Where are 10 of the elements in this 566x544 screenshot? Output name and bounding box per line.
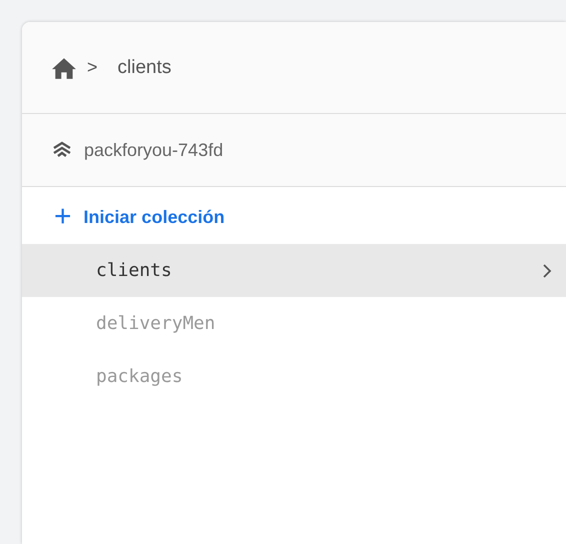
project-name: packforyou-743fd [84,140,224,160]
start-collection-button[interactable]: + Iniciar colección [50,201,229,233]
chevron-icon [542,262,552,278]
breadcrumb-item[interactable]: clients [118,56,172,78]
collection-item[interactable]: deliveryMen [22,297,566,350]
collection-item[interactable]: packages [22,350,566,403]
collection-item[interactable]: clients [22,244,566,297]
layers-icon [52,141,72,159]
breadcrumb-separator: > [87,57,98,78]
home-icon[interactable] [51,56,77,78]
